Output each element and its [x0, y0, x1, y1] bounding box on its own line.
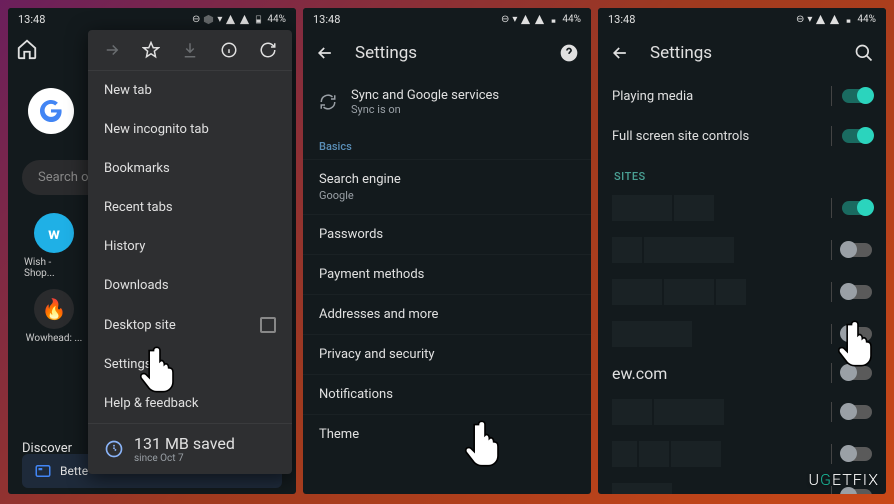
- status-time: 13:48: [18, 13, 45, 26]
- section-sites: SITES: [598, 156, 886, 187]
- menu-recent-tabs[interactable]: Recent tabs: [88, 188, 292, 227]
- shortcut-wish[interactable]: w Wish - Shop...: [24, 213, 84, 279]
- site-toggle[interactable]: [842, 366, 872, 380]
- site-row[interactable]: [612, 271, 872, 313]
- site-row[interactable]: [612, 391, 872, 433]
- star-icon[interactable]: [141, 40, 161, 60]
- menu-downloads[interactable]: Downloads: [88, 266, 292, 305]
- watermark: UGETFIX: [809, 470, 880, 489]
- home-icon[interactable]: [16, 38, 38, 60]
- status-time: 13:48: [313, 13, 340, 26]
- settings-header: Settings: [598, 30, 886, 76]
- site-toggle[interactable]: [842, 447, 872, 461]
- menu-help[interactable]: Help & feedback: [88, 384, 292, 423]
- menu-new-tab[interactable]: New tab: [88, 71, 292, 110]
- section-basics: Basics: [303, 128, 591, 159]
- status-time: 13:48: [608, 13, 635, 26]
- overflow-menu: New tab New incognito tab Bookmarks Rece…: [88, 30, 292, 474]
- news-icon: [34, 462, 52, 480]
- site-toggle[interactable]: [842, 489, 872, 494]
- site-toggle[interactable]: [842, 405, 872, 419]
- status-bar: 13:48 ⊖▾ 44%: [303, 8, 591, 30]
- settings-passwords[interactable]: Passwords: [303, 214, 591, 254]
- download-icon[interactable]: [180, 40, 200, 60]
- settings-payment[interactable]: Payment methods: [303, 254, 591, 294]
- site-toggle[interactable]: [842, 327, 872, 341]
- desktop-site-checkbox[interactable]: [260, 317, 276, 333]
- site-row[interactable]: [612, 433, 872, 475]
- setting-fullscreen[interactable]: Full screen site controls: [598, 116, 886, 156]
- menu-bookmarks[interactable]: Bookmarks: [88, 149, 292, 188]
- site-row[interactable]: [612, 313, 872, 355]
- site-row[interactable]: [612, 187, 872, 229]
- toggle-fullscreen[interactable]: [842, 129, 872, 143]
- phone-screenshot-3: 13:48 ⊖▾ 44% Settings Playing media Full…: [598, 8, 886, 494]
- site-toggle[interactable]: [842, 285, 872, 299]
- sync-icon: [319, 93, 337, 111]
- search-icon[interactable]: [854, 43, 874, 63]
- menu-settings[interactable]: Settings: [88, 345, 292, 384]
- phone-screenshot-2: 13:48 ⊖▾ 44% Settings Sync and Google se…: [303, 8, 591, 494]
- settings-search-engine[interactable]: Search engine Google: [303, 159, 591, 214]
- menu-desktop-site[interactable]: Desktop site: [88, 305, 292, 345]
- status-bar: 13:48 ⊖▾ 44%: [598, 8, 886, 30]
- settings-addresses[interactable]: Addresses and more: [303, 294, 591, 334]
- settings-privacy[interactable]: Privacy and security: [303, 334, 591, 374]
- google-logo: [28, 88, 74, 134]
- data-saver-icon: [104, 439, 124, 459]
- back-icon[interactable]: [315, 43, 335, 63]
- site-toggle[interactable]: [842, 243, 872, 257]
- status-bar: 13:48 ⊖ ▾ 44%: [8, 8, 296, 30]
- toggle-playing-media[interactable]: [842, 89, 872, 103]
- back-icon[interactable]: [610, 43, 630, 63]
- phone-screenshot-1: 13:48 ⊖ ▾ 44% Search or w Wish - Shop...…: [8, 8, 296, 494]
- status-icons: ⊖ ▾ 44%: [192, 14, 286, 25]
- site-row-ew[interactable]: ew.com: [612, 355, 872, 391]
- menu-new-incognito[interactable]: New incognito tab: [88, 110, 292, 149]
- help-icon[interactable]: [559, 43, 579, 63]
- page-title: Settings: [650, 43, 834, 63]
- status-battery: 44%: [267, 14, 286, 25]
- status-icons: ⊖▾ 44%: [501, 14, 581, 25]
- shortcut-wowhead[interactable]: 🔥 Wowhead: ...: [24, 289, 84, 344]
- forward-icon[interactable]: [102, 40, 122, 60]
- menu-data-saved[interactable]: 131 MB saved since Oct 7: [88, 423, 292, 474]
- settings-notifications[interactable]: Notifications: [303, 374, 591, 414]
- menu-history[interactable]: History: [88, 227, 292, 266]
- status-icons: ⊖▾ 44%: [796, 14, 876, 25]
- setting-playing-media[interactable]: Playing media: [598, 76, 886, 116]
- page-title: Settings: [355, 43, 539, 63]
- info-icon[interactable]: [219, 40, 239, 60]
- settings-theme[interactable]: Theme: [303, 414, 591, 454]
- sync-item[interactable]: Sync and Google services Sync is on: [303, 76, 591, 128]
- site-row[interactable]: [612, 229, 872, 271]
- settings-header: Settings: [303, 30, 591, 76]
- refresh-icon[interactable]: [258, 40, 278, 60]
- site-toggle[interactable]: [842, 201, 872, 215]
